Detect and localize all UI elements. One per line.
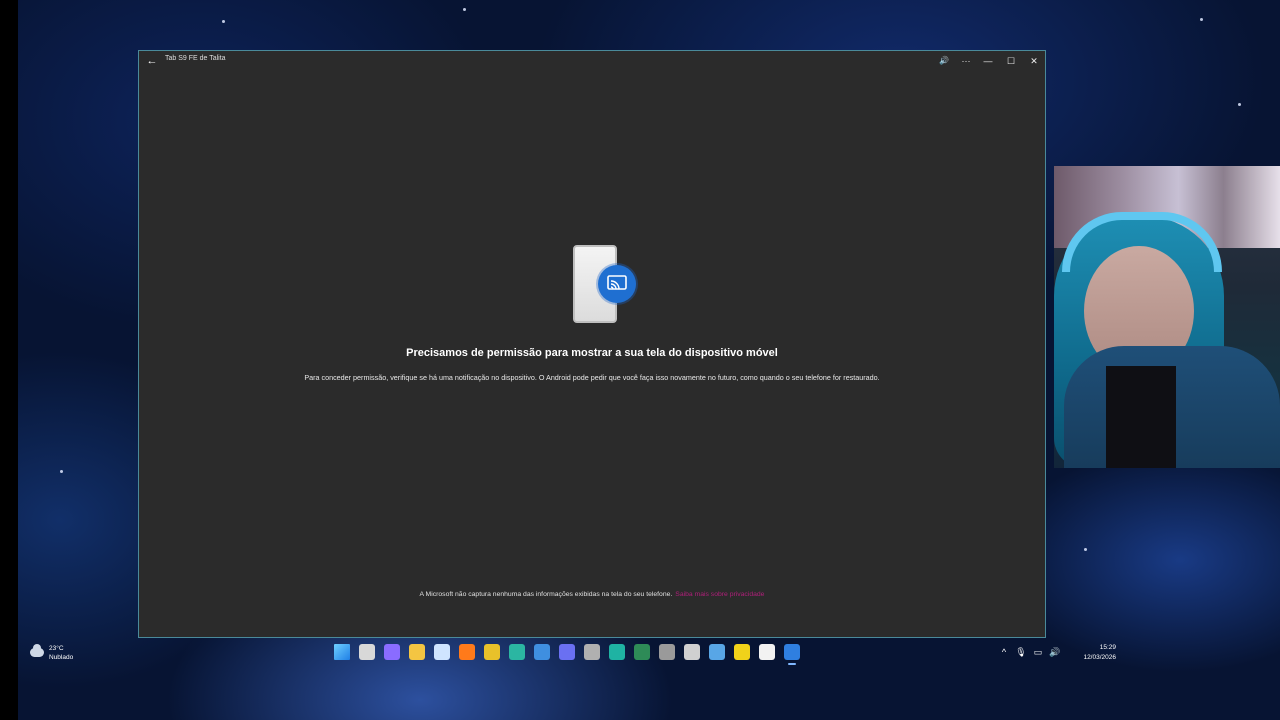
star bbox=[60, 470, 63, 473]
notepad-icon[interactable] bbox=[759, 644, 775, 660]
star bbox=[222, 20, 225, 23]
maximize-button[interactable]: ☐ bbox=[1002, 53, 1020, 69]
phone-link-active-icon[interactable] bbox=[784, 644, 800, 665]
firefox-icon[interactable] bbox=[459, 644, 475, 660]
phone-link-window: ← Tab S9 FE de Talita 🔊 ··· — ☐ ✕ Precis… bbox=[138, 50, 1046, 638]
permission-headline: Precisamos de permissão para mostrar a s… bbox=[406, 347, 778, 359]
permission-instructions: Para conceder permissão, verifique se há… bbox=[304, 373, 880, 382]
back-button[interactable]: ← bbox=[144, 53, 160, 69]
audio-button[interactable]: 🔊 bbox=[935, 53, 953, 69]
cast-icon bbox=[598, 265, 636, 303]
privacy-note-text: A Microsoft não captura nenhuma das info… bbox=[419, 591, 673, 598]
start-icon[interactable] bbox=[334, 644, 350, 660]
privacy-note: A Microsoft não captura nenhuma das info… bbox=[139, 591, 1045, 598]
more-options-button[interactable]: ··· bbox=[957, 53, 975, 69]
image-icon[interactable] bbox=[684, 644, 700, 660]
task-view-icon[interactable] bbox=[359, 644, 375, 660]
weather-widget[interactable]: 23°C Nublado bbox=[30, 644, 90, 663]
screen-permission-illustration bbox=[573, 245, 636, 325]
steam-icon[interactable] bbox=[434, 644, 450, 660]
volume-icon[interactable]: 🔊 bbox=[1049, 646, 1061, 658]
star bbox=[1238, 103, 1241, 106]
edge-icon[interactable] bbox=[509, 644, 525, 660]
webcam-overlay bbox=[1054, 166, 1280, 468]
taskbar: 23°C Nublado ^ 🎙 ▭ 🔊 15:29 12/03/2026 bbox=[18, 638, 1118, 668]
app-icon[interactable] bbox=[609, 644, 625, 660]
star bbox=[463, 8, 466, 11]
webcam-person-shirt bbox=[1106, 366, 1176, 468]
clock-date[interactable]: 12/03/2026 bbox=[1064, 654, 1116, 661]
tool-icon[interactable] bbox=[659, 644, 675, 660]
title-bar: ← Tab S9 FE de Talita 🔊 ··· — ☐ ✕ bbox=[139, 51, 1045, 71]
weather-condition: Nublado bbox=[49, 654, 74, 661]
capture-icon[interactable] bbox=[709, 644, 725, 660]
chevron-up-icon[interactable]: ^ bbox=[998, 646, 1010, 658]
topaz-icon[interactable] bbox=[634, 644, 650, 660]
network-icon[interactable]: ▭ bbox=[1032, 646, 1044, 658]
cloud-icon bbox=[30, 644, 44, 657]
window-title: Tab S9 FE de Talita bbox=[165, 55, 226, 62]
game-icon[interactable] bbox=[584, 644, 600, 660]
microphone-icon[interactable]: 🎙 bbox=[1015, 646, 1027, 658]
close-button[interactable]: ✕ bbox=[1025, 53, 1043, 69]
minimize-button[interactable]: — bbox=[979, 53, 997, 69]
copilot-icon[interactable] bbox=[384, 644, 400, 660]
discord-icon[interactable] bbox=[559, 644, 575, 660]
sticky-notes-icon[interactable] bbox=[734, 644, 750, 660]
screen-edge bbox=[0, 0, 18, 720]
star bbox=[1084, 548, 1087, 551]
chrome-icon[interactable] bbox=[484, 644, 500, 660]
weather-temperature: 23°C bbox=[49, 645, 64, 652]
star bbox=[1200, 18, 1203, 21]
phone-link-icon[interactable] bbox=[534, 644, 550, 660]
clock-time[interactable]: 15:29 bbox=[1086, 644, 1116, 651]
file-explorer-icon[interactable] bbox=[409, 644, 425, 660]
privacy-link[interactable]: Saiba mais sobre privacidade bbox=[675, 591, 764, 598]
